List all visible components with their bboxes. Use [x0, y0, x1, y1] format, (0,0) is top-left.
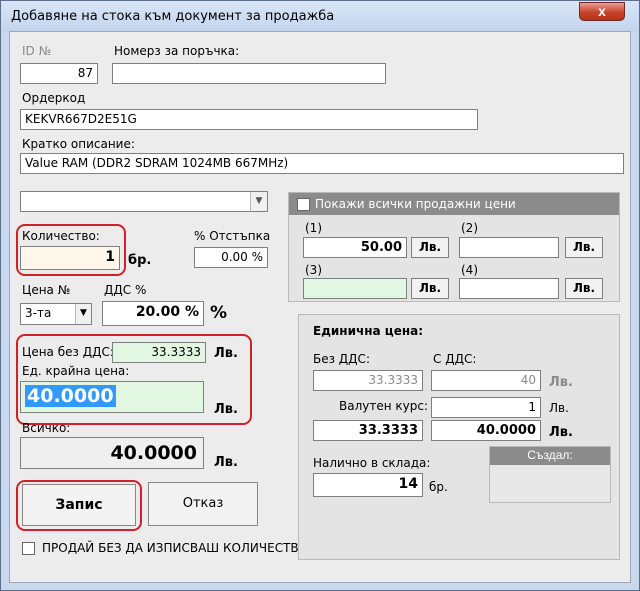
total-field: 40.0000	[20, 437, 204, 469]
dialog-body: ID № 87 Номерз за поръчка: Ордеркод KEKV…	[9, 31, 631, 583]
save-button[interactable]: Запис	[22, 484, 136, 526]
price-3-field[interactable]	[303, 278, 407, 299]
vat-field[interactable]: 20.00 %	[102, 301, 204, 326]
ordercode-field[interactable]: KEKVR667D2E51G	[20, 109, 478, 130]
stock-field: 14	[313, 473, 423, 497]
description-label: Кратко описание:	[22, 137, 135, 151]
show-all-prices-label: Покажи всички продажни цени	[315, 197, 516, 211]
exchange-rate-currency: Лв.	[549, 401, 569, 415]
unit-price-title: Единична цена:	[313, 324, 424, 338]
discount-field[interactable]: 0.00 %	[194, 247, 268, 268]
stock-unit: бр.	[429, 480, 448, 494]
title-bar[interactable]: Добавяне на стока към документ за продаж…	[1, 1, 639, 31]
unit-with-vat-field: 40	[431, 370, 541, 391]
final-price-currency: Лв.	[214, 402, 238, 417]
price-number-select[interactable]: 3-та ▼	[20, 303, 92, 325]
exchange-rate-field[interactable]: 1	[431, 397, 541, 418]
price-2-currency: Лв.	[565, 237, 603, 258]
price-no-vat-label: Цена без ДДС:	[22, 345, 114, 359]
discount-label: % Отстъпка	[194, 229, 271, 243]
unit-price-panel: Единична цена: Без ДДС: С ДДС: 33.3333 4…	[298, 314, 620, 560]
price-2-label: (2)	[461, 221, 478, 235]
price-4-currency: Лв.	[565, 278, 603, 299]
order-number-label: Номерз за поръчка:	[114, 44, 240, 58]
id-field[interactable]: 87	[20, 63, 98, 84]
final-price-field[interactable]: 40.0000	[20, 381, 204, 413]
stock-label: Налично в склада:	[313, 456, 431, 470]
converted-currency: Лв.	[549, 425, 573, 440]
close-button[interactable]: x	[579, 2, 625, 21]
order-number-field[interactable]	[112, 63, 386, 84]
price-4-label: (4)	[461, 263, 478, 277]
price-1-currency: Лв.	[411, 237, 449, 258]
vat-label: ДДС %	[104, 283, 147, 297]
price-3-label: (3)	[305, 263, 322, 277]
created-by-box: Създал:	[489, 446, 611, 503]
unit-no-vat-field: 33.3333	[313, 370, 423, 391]
dialog-window: Добавяне на стока към документ за продаж…	[0, 0, 640, 591]
vat-percent-sign: %	[210, 303, 228, 323]
unit-no-vat-label: Без ДДС:	[313, 352, 370, 366]
quantity-unit: бр.	[128, 253, 152, 268]
price-3-currency: Лв.	[411, 278, 449, 299]
price-1-label: (1)	[305, 221, 322, 235]
window-title: Добавяне на стока към документ за продаж…	[11, 9, 335, 24]
total-label: Всичко:	[22, 421, 71, 435]
unit-currency-gray: Лв.	[549, 375, 573, 390]
converted-no-vat-field: 33.3333	[313, 420, 423, 441]
quantity-field[interactable]: 1	[20, 246, 120, 270]
chevron-down-icon[interactable]: ▼	[75, 304, 91, 324]
item-combo[interactable]: ▼	[20, 191, 268, 212]
price-4-field[interactable]	[459, 278, 559, 299]
total-currency: Лв.	[214, 455, 238, 470]
final-price-label: Ед. крайна цена:	[22, 364, 130, 378]
ordercode-label: Ордеркод	[22, 91, 86, 105]
price-2-field[interactable]	[459, 237, 559, 258]
exchange-rate-label: Валутен курс:	[339, 399, 428, 413]
sell-without-stock-checkbox[interactable]	[22, 542, 35, 555]
prices-panel: Покажи всички продажни цени (1) 50.00 Лв…	[288, 192, 620, 302]
created-by-label: Създал:	[490, 447, 610, 465]
price-no-vat-currency: Лв.	[214, 346, 238, 361]
chevron-down-icon[interactable]: ▼	[250, 192, 267, 211]
cancel-button[interactable]: Отказ	[148, 482, 258, 526]
id-label: ID №	[22, 44, 52, 58]
show-all-prices-checkbox[interactable]	[297, 198, 310, 211]
final-price-value: 40.0000	[25, 385, 116, 407]
description-field[interactable]: Value RAM (DDR2 SDRAM 1024MB 667MHz)	[20, 153, 624, 174]
price-number-value: 3-та	[25, 306, 52, 320]
unit-with-vat-label: С ДДС:	[433, 352, 477, 366]
converted-with-vat-field: 40.0000	[431, 420, 541, 441]
price-no-vat-field[interactable]: 33.3333	[112, 342, 206, 363]
price-number-label: Цена №	[22, 283, 71, 297]
quantity-label: Количество:	[22, 229, 100, 243]
price-1-field[interactable]: 50.00	[303, 237, 407, 258]
